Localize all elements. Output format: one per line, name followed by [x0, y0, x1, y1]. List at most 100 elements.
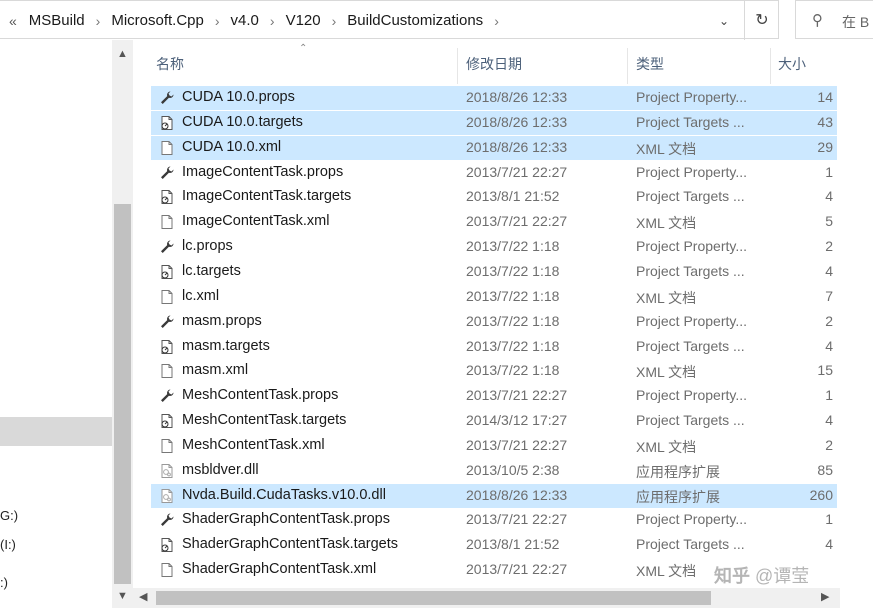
breadcrumb-item[interactable]: v4.0 — [227, 12, 263, 29]
file-row[interactable]: masm.xml 2013/7/22 1:18 XML 文档 15 — [151, 359, 837, 383]
file-row[interactable]: ShaderGraphContentTask.props 2013/7/21 22… — [151, 508, 837, 532]
column-header-size[interactable]: 大小 — [778, 54, 806, 74]
file-size: 4 — [825, 188, 833, 205]
file-date: 2013/7/21 22:27 — [466, 511, 568, 528]
file-name: Nvda.Build.CudaTasks.v10.0.dll — [182, 486, 386, 503]
nav-item-drive-g[interactable]: G:) — [0, 508, 18, 523]
file-row[interactable]: ShaderGraphContentTask.targets 2013/8/1 2… — [151, 533, 837, 557]
file-row[interactable]: masm.targets 2013/7/22 1:18 Project Target… — [151, 335, 837, 359]
scroll-right-icon[interactable]: ▶ — [821, 590, 829, 603]
search-icon: ⚲ — [812, 12, 823, 29]
file-size: 2 — [825, 238, 833, 255]
breadcrumb: « MSBuild › Microsoft.Cpp › v4.0 › V120 › BuildC… — [0, 1, 506, 40]
column-header-name[interactable]: 名称 — [156, 54, 184, 74]
file-size: 43 — [817, 113, 833, 130]
file-type: Project Targets ... — [636, 262, 745, 279]
props-file-icon — [159, 165, 175, 181]
breadcrumb-item[interactable]: V120 — [282, 12, 325, 29]
file-type: Project Property... — [636, 387, 748, 404]
props-file-icon — [159, 314, 175, 330]
breadcrumb-item[interactable]: Microsoft.Cpp — [107, 12, 208, 29]
nav-item-drive-i[interactable]: (I:) — [0, 537, 16, 552]
file-row[interactable]: ImageContentTask.props 2013/7/21 22:27 Pro… — [151, 161, 837, 185]
file-name: masm.xml — [182, 362, 249, 379]
file-size: 14 — [817, 89, 833, 105]
targets-file-icon — [159, 537, 175, 553]
column-divider[interactable] — [770, 48, 771, 84]
breadcrumb-separator-icon[interactable]: › — [487, 13, 506, 29]
nav-item-selected[interactable] — [0, 417, 112, 446]
file-date: 2013/7/21 22:27 — [466, 213, 568, 230]
file-row[interactable]: lc.xml 2013/7/22 1:18 XML 文档 7 — [151, 285, 837, 309]
file-row[interactable]: ImageContentTask.xml 2013/7/21 22:27 XML 文… — [151, 210, 837, 234]
file-name: MeshContentTask.xml — [182, 436, 325, 453]
address-history-dropdown[interactable]: ⌄ — [714, 11, 734, 31]
file-type: 应用程序扩展 — [636, 488, 720, 505]
file-row[interactable]: lc.targets 2013/7/22 1:18 Project Targets … — [151, 260, 837, 284]
file-list[interactable]: ⌃ 名称 修改日期 类型 大小 CUDA 10.0.props 2018/8/26… — [133, 40, 873, 588]
column-header-date[interactable]: 修改日期 — [466, 54, 522, 74]
file-size: 1 — [825, 511, 833, 528]
file-type: XML 文档 — [636, 563, 697, 580]
file-name: MeshContentTask.props — [182, 387, 339, 404]
file-date: 2013/7/21 22:27 — [466, 163, 568, 180]
dll-file-icon — [159, 463, 175, 479]
breadcrumb-separator-icon[interactable]: › — [263, 13, 282, 29]
file-row[interactable]: MeshContentTask.props 2013/7/21 22:27 Proj… — [151, 384, 837, 408]
scroll-left-icon[interactable]: ◀ — [139, 590, 147, 603]
breadcrumb-separator-icon[interactable]: › — [208, 13, 227, 29]
refresh-button[interactable]: ↻ — [744, 1, 779, 40]
file-type: XML 文档 — [636, 438, 697, 455]
file-name: lc.targets — [182, 262, 241, 279]
file-date: 2014/3/12 17:27 — [466, 412, 568, 429]
file-row[interactable]: CUDA 10.0.xml 2018/8/26 12:33 XML 文档 29 — [151, 135, 837, 160]
horizontal-scrollbar[interactable]: ◀ ▶ — [133, 588, 840, 608]
file-type: XML 文档 — [636, 140, 697, 157]
file-size: 4 — [825, 337, 833, 354]
file-type: Project Property... — [636, 89, 748, 105]
scroll-up-icon[interactable]: ▲ — [112, 48, 133, 60]
overflow-chevrons-icon[interactable]: « — [9, 13, 17, 29]
column-headers: ⌃ 名称 修改日期 类型 大小 — [133, 40, 873, 85]
file-row[interactable]: masm.props 2013/7/22 1:18 Project Property… — [151, 310, 837, 334]
file-row[interactable]: Nvda.Build.CudaTasks.v10.0.dll 2018/8/26 … — [151, 483, 837, 508]
search-input[interactable]: 在 B — [842, 12, 869, 32]
xml-file-icon — [159, 289, 175, 305]
scrollbar-thumb[interactable] — [156, 591, 711, 605]
file-date: 2018/8/26 12:33 — [466, 89, 568, 105]
refresh-icon: ↻ — [755, 12, 769, 29]
file-row[interactable]: MeshContentTask.xml 2013/7/21 22:27 XML 文档… — [151, 434, 837, 458]
file-row[interactable]: CUDA 10.0.targets 2018/8/26 12:33 Project … — [151, 110, 837, 135]
zhihu-logo: 知乎 — [714, 566, 750, 586]
file-row[interactable]: ImageContentTask.targets 2013/8/1 21:52 Pr… — [151, 185, 837, 209]
file-size: 4 — [825, 412, 833, 429]
targets-file-icon — [159, 264, 175, 280]
nav-scrollbar[interactable]: ▲ ▼ — [112, 40, 133, 608]
scroll-down-icon[interactable]: ▼ — [112, 590, 133, 602]
address-bar[interactable]: « MSBuild › Microsoft.Cpp › v4.0 › V120 › BuildC… — [0, 0, 779, 40]
column-divider[interactable] — [627, 48, 628, 84]
props-file-icon — [159, 239, 175, 255]
file-type: XML 文档 — [636, 364, 697, 381]
navigation-pane[interactable]: G:) (I:) :) — [0, 40, 112, 608]
scrollbar-thumb[interactable] — [114, 204, 131, 584]
nav-item-drive[interactable]: :) — [0, 575, 8, 590]
file-type: Project Targets ... — [636, 337, 745, 354]
breadcrumb-separator-icon[interactable]: › — [325, 13, 344, 29]
breadcrumb-separator-icon[interactable]: › — [89, 13, 108, 29]
file-row[interactable]: msbldver.dll 2013/10/5 2:38 应用程序扩展 85 — [151, 459, 837, 483]
file-name: ImageContentTask.props — [182, 163, 344, 180]
breadcrumb-item[interactable]: BuildCustomizations — [343, 12, 487, 29]
breadcrumb-item[interactable]: MSBuild — [25, 12, 89, 29]
file-name: ImageContentTask.targets — [182, 188, 352, 205]
column-divider[interactable] — [457, 48, 458, 84]
search-box[interactable]: ⚲ 在 B — [795, 0, 873, 39]
file-size: 2 — [825, 312, 833, 329]
file-row[interactable]: lc.props 2013/7/22 1:18 Project Property..… — [151, 235, 837, 259]
column-header-type[interactable]: 类型 — [636, 54, 664, 74]
file-row[interactable]: CUDA 10.0.props 2018/8/26 12:33 Project Pr… — [151, 86, 837, 110]
file-row[interactable]: MeshContentTask.targets 2014/3/12 17:27 Pr… — [151, 409, 837, 433]
watermark: 知乎 @谭莹 — [714, 562, 809, 588]
file-type: Project Property... — [636, 163, 748, 180]
xml-file-icon — [159, 562, 175, 578]
